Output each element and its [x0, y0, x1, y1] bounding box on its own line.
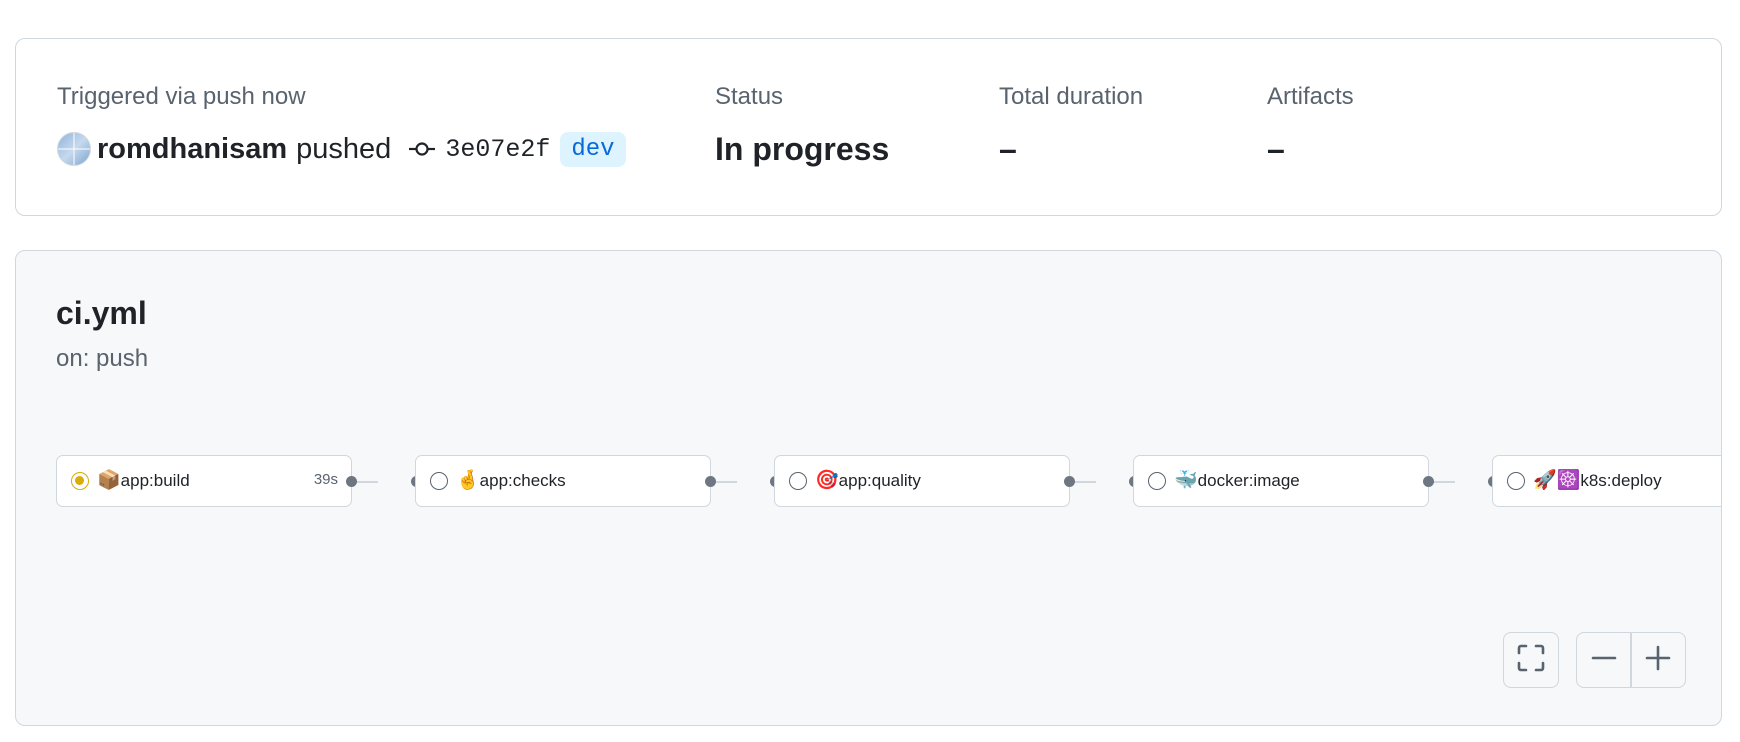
in-progress-status-icon [71, 472, 89, 490]
zoom-in-button[interactable] [1632, 633, 1685, 687]
job-output-port [1064, 476, 1075, 487]
queued-status-icon [789, 472, 807, 490]
job-name: docker:image [1197, 471, 1300, 490]
job-name: app:build [120, 471, 190, 490]
branch-label[interactable]: dev [560, 131, 626, 167]
queued-status-icon [1148, 472, 1166, 490]
artifacts-value: – [1267, 131, 1285, 167]
job-node[interactable]: 🤞 app:checks [415, 455, 711, 507]
queued-status-icon [1507, 472, 1525, 490]
artifacts-label: Artifacts [1267, 83, 1354, 110]
workflow-trigger: on: push [56, 345, 149, 372]
rocket-helm-emoji-icon: 🚀☸️ [1533, 470, 1581, 491]
job-output-port [1423, 476, 1434, 487]
duration-value: – [999, 131, 1017, 167]
status-value: In progress [715, 131, 890, 167]
plus-icon [1645, 645, 1671, 676]
whale-emoji-icon: 🐳 [1174, 470, 1198, 491]
duration-label: Total duration [999, 83, 1144, 110]
job-node[interactable]: 📦 app:build 39s [56, 455, 352, 507]
actor-link[interactable]: romdhanisam [97, 133, 287, 166]
job-output-port [346, 476, 357, 487]
job-name: app:quality [838, 471, 921, 490]
trigger-label: Triggered via push now [57, 83, 306, 110]
run-summary-card: Triggered via push now romdhanisam pushe… [15, 38, 1722, 216]
job-node[interactable]: 🐳 docker:image [1133, 455, 1429, 507]
minus-icon [1591, 645, 1617, 676]
target-emoji-icon: 🎯 [815, 470, 839, 491]
job-name: k8s:deploy [1580, 471, 1662, 490]
queued-status-icon [430, 472, 448, 490]
action-text: pushed [296, 132, 392, 165]
fullscreen-button[interactable] [1503, 632, 1559, 688]
package-emoji-icon: 📦 [97, 470, 121, 491]
workflow-graph-card: ci.yml on: push 📦 app:build 39s 🤞 app:ch… [15, 250, 1722, 726]
zoom-controls [1576, 632, 1686, 688]
job-output-port [705, 476, 716, 487]
job-node[interactable]: 🎯 app:quality [774, 455, 1070, 507]
trigger-details: romdhanisam pushed 3e07e2f dev [57, 129, 626, 169]
status-label: Status [715, 83, 784, 110]
job-duration: 39s [313, 471, 338, 488]
workflow-name[interactable]: ci.yml [56, 295, 147, 332]
crossed-fingers-emoji-icon: 🤞 [456, 470, 480, 491]
job-node[interactable]: 🚀☸️ k8s:deploy [1492, 455, 1721, 507]
git-commit-icon [409, 141, 436, 157]
zoom-out-button[interactable] [1577, 633, 1630, 687]
job-name: app:checks [479, 471, 566, 490]
commit-sha-link[interactable]: 3e07e2f [445, 135, 550, 164]
fullscreen-icon [1516, 643, 1546, 678]
avatar[interactable] [57, 132, 91, 166]
